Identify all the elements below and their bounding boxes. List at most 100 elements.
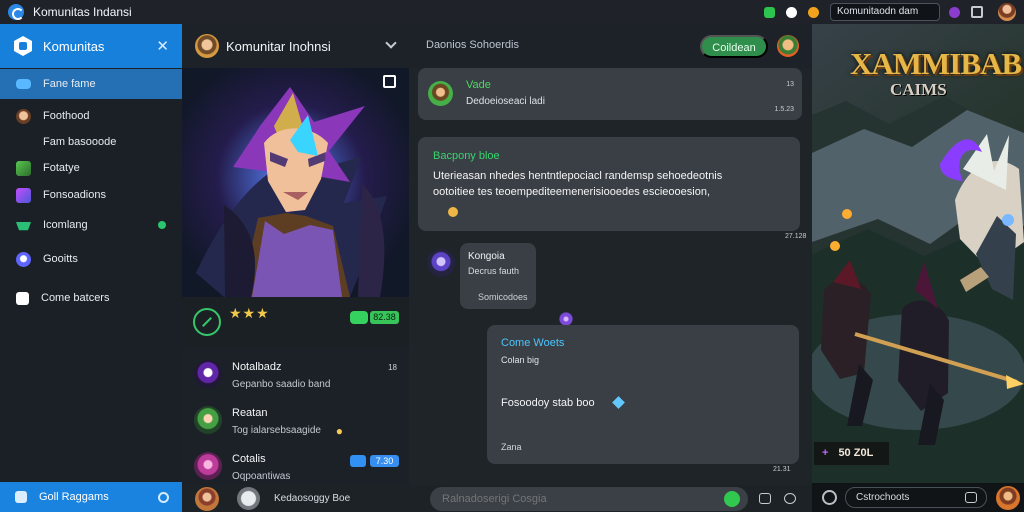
list-item-time: 18 <box>388 363 397 372</box>
game-chat-bar: Cstrochoots <box>812 483 1024 512</box>
titlebar-controls: Komunitaodn dam <box>764 0 1024 24</box>
titlebar-search-field[interactable]: Komunitaodn dam <box>830 3 940 21</box>
diamond-icon <box>612 396 625 409</box>
close-icon[interactable]: ✕ <box>156 37 169 55</box>
list-item-title: Cotalis <box>232 453 266 465</box>
app-logo-icon <box>8 4 24 20</box>
message-time: 1.5.23 <box>774 106 794 113</box>
game-stat-value: 50 Z0L <box>838 447 874 459</box>
image-icon[interactable] <box>965 492 977 503</box>
green-character-avatar <box>194 406 222 434</box>
message-footer: Somicodoes <box>478 292 528 302</box>
emoji-icon: ● <box>335 424 343 438</box>
message-input-wrapper[interactable] <box>430 487 748 511</box>
game-title: XAMMIBAB <box>850 46 1022 81</box>
chevron-down-icon[interactable] <box>385 37 397 49</box>
sidebar-item-label: Fam basooode <box>43 136 117 148</box>
message-input[interactable] <box>430 487 710 511</box>
sidebar-item-label: Foothood <box>43 110 90 122</box>
send-icon[interactable] <box>724 491 740 507</box>
message-text: Dedoeioseaci ladi <box>466 96 545 107</box>
message-time: 27.128 <box>785 233 807 240</box>
gift-icon <box>16 291 29 305</box>
green-game-icon <box>16 160 31 176</box>
purple-orb-icon <box>559 312 573 326</box>
message-count-badge: 7.30 <box>370 455 399 467</box>
conversation-subtitle: Daonios Sohoerdis <box>426 39 519 51</box>
sidebar-item-label: Fonsoadions <box>43 189 106 201</box>
list-item-title: Reatan <box>232 407 268 419</box>
sidebar-item-icomlang[interactable]: Icomlang <box>0 210 182 240</box>
orange-status-icon[interactable] <box>808 6 819 18</box>
header-action-button[interactable]: Coildean <box>700 35 768 58</box>
featured-character-art <box>196 87 387 297</box>
list-item[interactable]: Notalbadz Gepanbo saadio band 18 <box>182 347 409 393</box>
message-time: 21.31 <box>773 466 791 473</box>
green-status-icon[interactable] <box>764 6 775 18</box>
game-user-icon[interactable] <box>822 490 837 505</box>
message-author: Kongoia <box>468 251 505 262</box>
sidebar-item-fane-fame[interactable]: Fane fame <box>0 69 182 99</box>
community-avatar <box>195 34 219 58</box>
window-title: Komunitas Indansi <box>33 5 132 19</box>
avatar[interactable] <box>998 3 1016 21</box>
message-composer: Kedaosoggy Boe <box>182 485 812 512</box>
image-icon[interactable] <box>759 493 771 504</box>
sidebar-bottom-action[interactable]: Goll Raggams <box>0 482 182 512</box>
list-item[interactable]: Reatan Tog ialarsebsaagide ● <box>182 393 409 439</box>
message-title: Come Woets <box>501 337 565 349</box>
message-text: Decrus fauth <box>468 266 520 276</box>
brand-icon <box>14 36 32 56</box>
game-preview-panel: XAMMIBAB CAIMS +50 Z0L Cstrochoots <box>812 24 1024 512</box>
window-icon[interactable] <box>971 6 983 18</box>
sidebar: Komunitas ✕ Fane fame Foothood Fam basoo… <box>0 24 182 512</box>
game-user-avatar[interactable] <box>996 486 1020 510</box>
sidebar-item-come-batcers[interactable]: Come batcers <box>0 283 182 313</box>
list-item-title: Notalbadz <box>232 361 282 373</box>
online-user-avatar[interactable] <box>237 487 260 510</box>
white-status-icon[interactable] <box>786 6 797 18</box>
header-user-avatar[interactable] <box>777 35 799 57</box>
sidebar-item-label: Fotatye <box>43 162 80 174</box>
message-bubble: Bacpony bloe Uterieasan nhedes hentntlep… <box>418 137 800 231</box>
list-item[interactable]: Cotalis Oqpoantiwas 7.30 <box>182 439 409 485</box>
sidebar-item-label: Fane fame <box>43 78 96 90</box>
window-titlebar: Komunitas Indansi Komunitaodn dam <box>0 0 1024 24</box>
status-ring-icon <box>158 491 169 503</box>
message-time: 13 <box>786 81 794 88</box>
game-subtitle: CAIMS <box>890 80 947 99</box>
list-item-subtitle: Tog ialarsebsaagide <box>232 425 321 436</box>
profile-icon <box>16 251 31 267</box>
message-bubble: Come Woets Colan big Fosoodoy stab boo Z… <box>487 325 799 464</box>
composer-sender: Kedaosoggy Boe <box>274 493 351 504</box>
message-text: Fosoodoy stab boo <box>501 397 595 409</box>
verified-icon <box>193 308 221 336</box>
sidebar-item-fonsoadions[interactable]: Fonsoadions <box>0 180 182 210</box>
sidebar-item-fotatye[interactable]: Fotatye <box>0 153 182 183</box>
purple-status-icon[interactable] <box>949 6 960 18</box>
message-subtitle: Colan big <box>501 355 540 365</box>
attachment-icon[interactable] <box>784 493 796 504</box>
sidebar-header: Komunitas ✕ <box>0 24 182 68</box>
sidebar-item-label: Gooitts <box>43 253 78 265</box>
message-avatar <box>427 249 455 277</box>
rating-stars: ★★★ <box>229 305 270 321</box>
controller-icon <box>16 79 31 89</box>
composer-avatar[interactable] <box>195 487 219 511</box>
green-status-badge <box>350 311 368 324</box>
rating-count: 82.38 <box>370 311 399 324</box>
message-bubble: Kongoia Decrus fauth Somicodoes <box>460 243 536 309</box>
cart-icon <box>16 222 31 231</box>
featured-rating-bar: ★★★ 82.38 <box>182 297 409 347</box>
conversation-title: Komunitar Inohnsi <box>226 38 331 54</box>
settings-icon <box>15 491 27 503</box>
message-title: Bacpony bloe <box>433 150 500 162</box>
plus-icon: + <box>822 447 829 459</box>
purple-game-icon <box>16 187 31 203</box>
purple-character-avatar <box>194 360 222 388</box>
conversation-header: Komunitar Inohnsi Daonios Sohoerdis Coil… <box>182 24 812 68</box>
sidebar-item-gooitts[interactable]: Gooitts <box>0 244 182 274</box>
message-footer: Zana <box>501 442 522 452</box>
sidebar-item-label: Icomlang <box>43 219 88 231</box>
list-item-subtitle: Gepanbo saadio band <box>232 379 331 390</box>
